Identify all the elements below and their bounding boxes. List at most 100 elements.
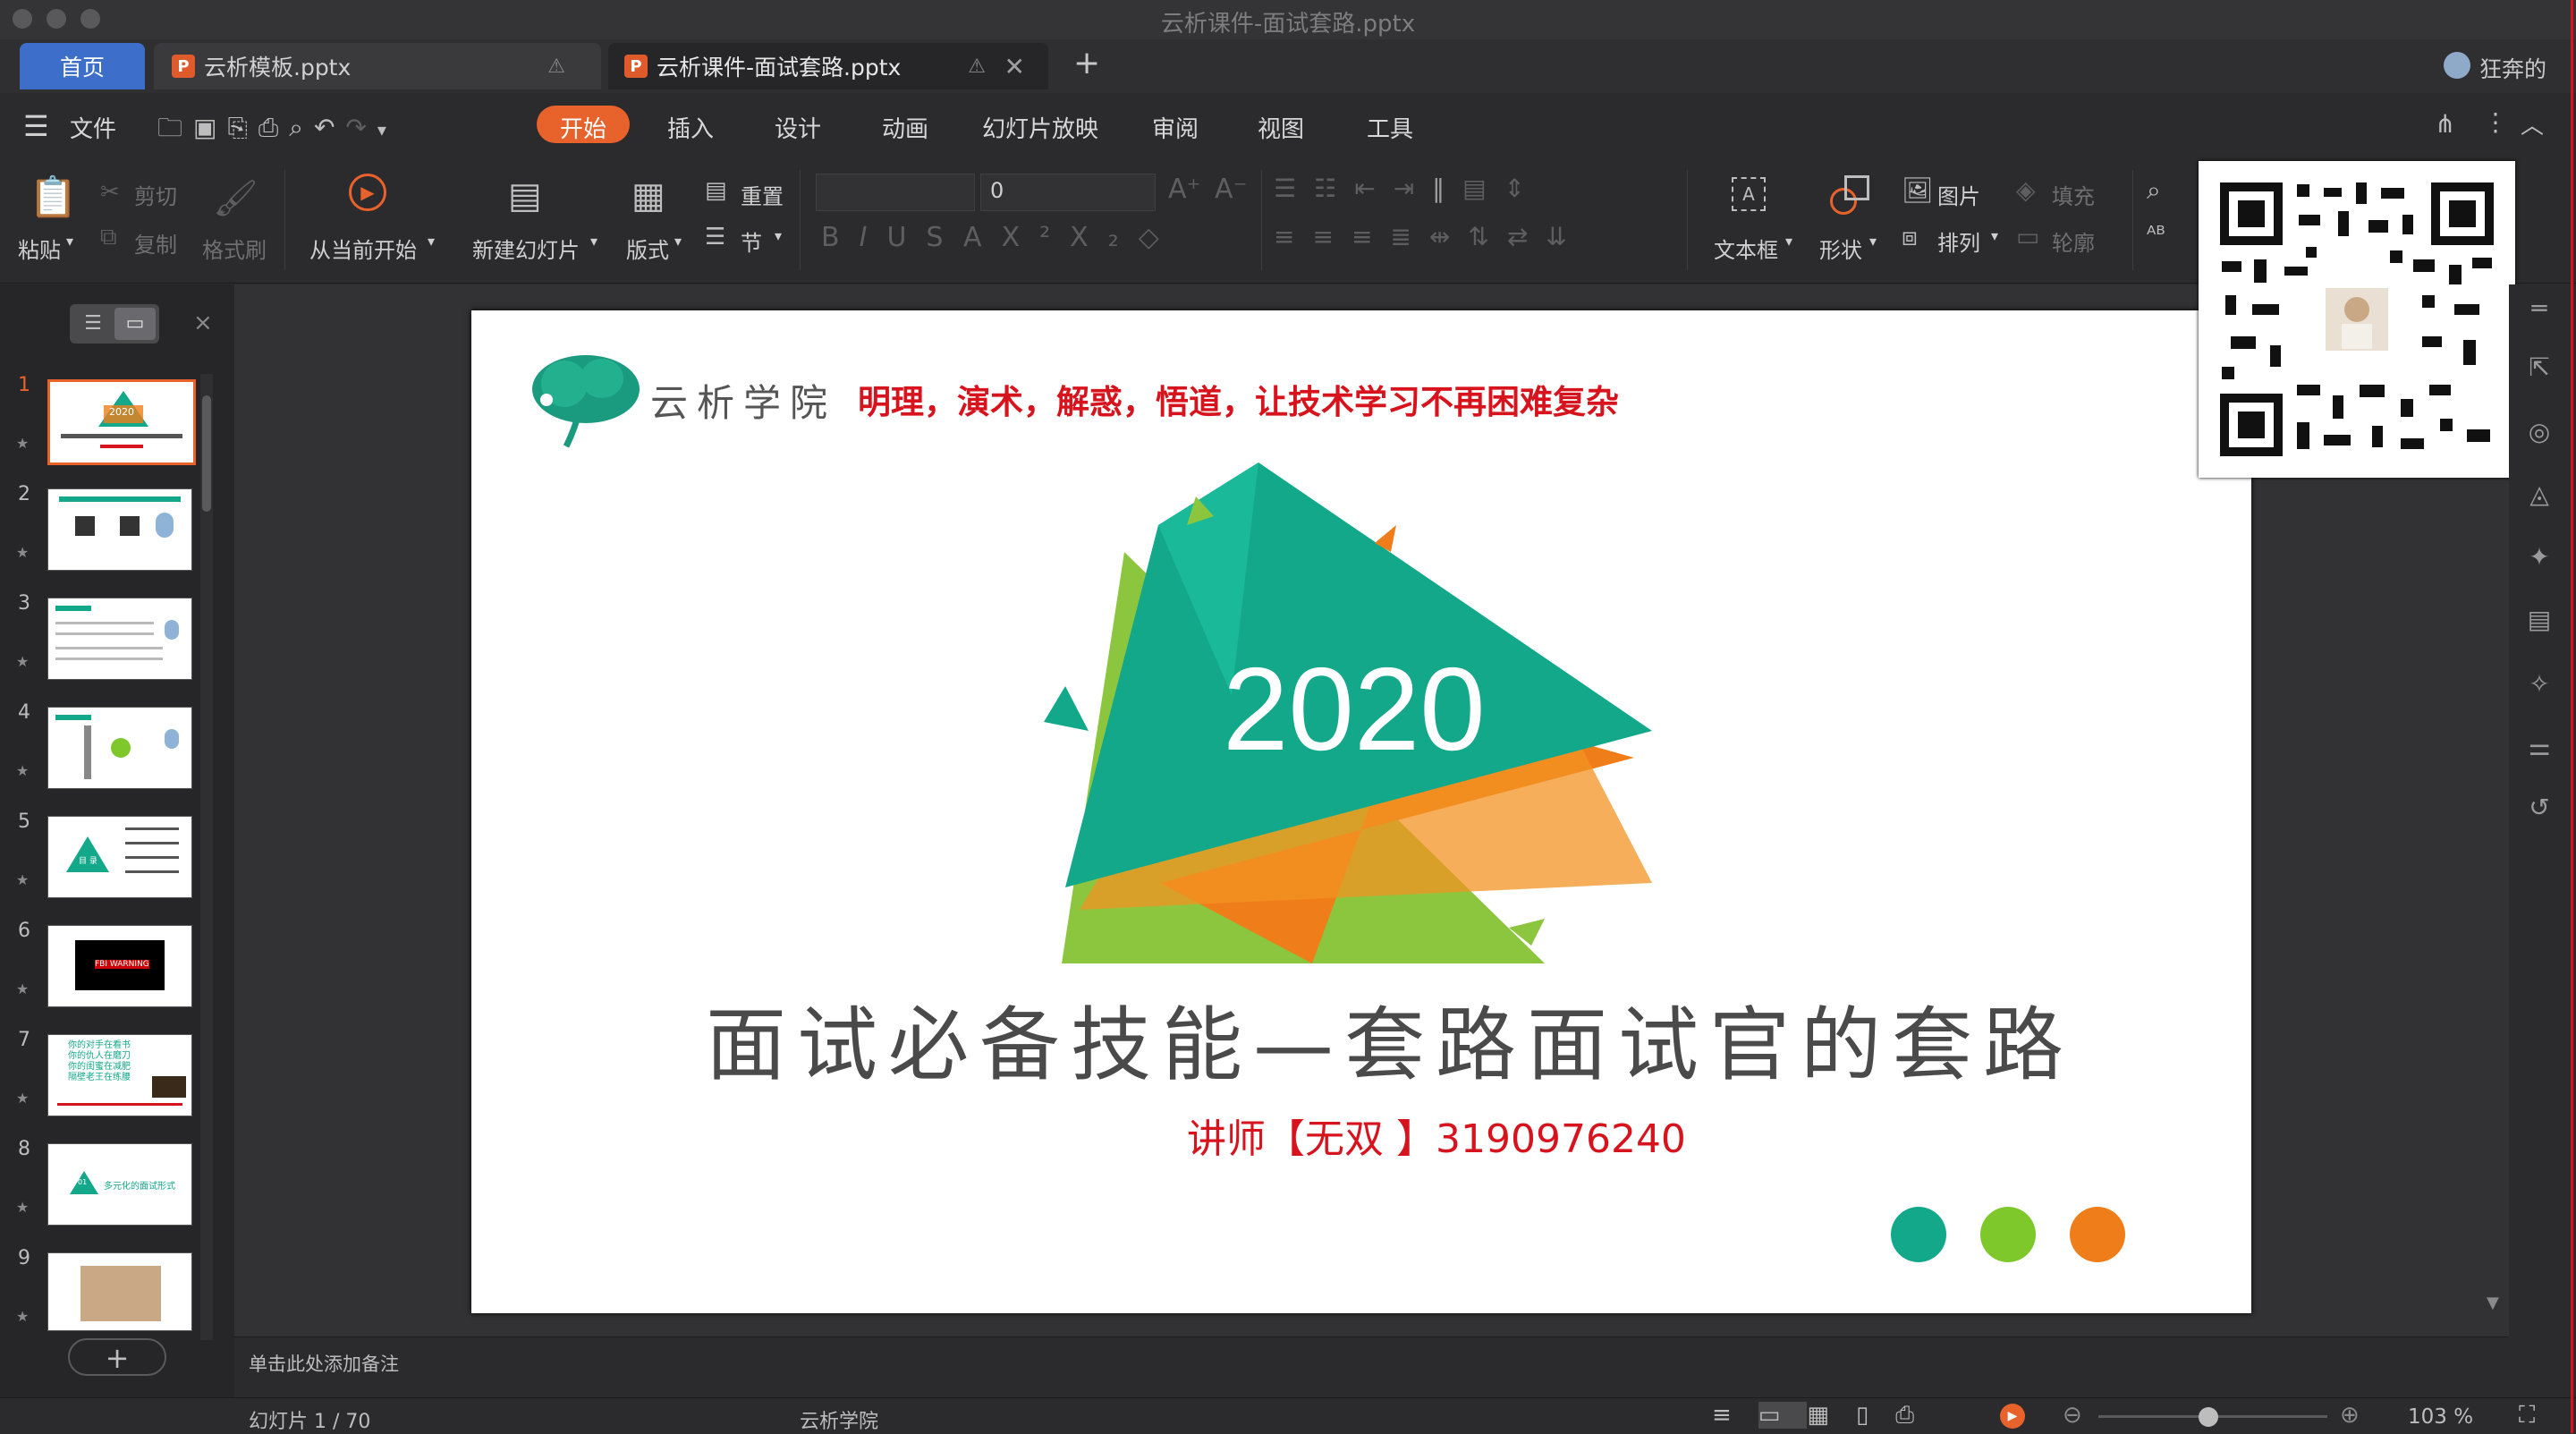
- zoom-out-icon[interactable]: ⊖: [2063, 1402, 2082, 1429]
- zoom-slider-knob[interactable]: [2198, 1407, 2218, 1427]
- user-name[interactable]: 狂奔的: [2479, 52, 2546, 84]
- close-tab-icon[interactable]: ✕: [1004, 52, 1025, 81]
- font-name-select[interactable]: [816, 174, 975, 211]
- distribute-icon[interactable]: ⇹: [1429, 222, 1468, 251]
- slide-sorter-icon[interactable]: ▦: [1807, 1402, 1856, 1429]
- thumbnail-slide-1[interactable]: 2020: [47, 379, 196, 465]
- layout-dropdown-icon[interactable]: ▾: [674, 233, 682, 250]
- thumbnail-slide-7[interactable]: 你的对手在看书 你的仇人在磨刀 你的闺蜜在减肥 隔壁老王在练腰: [47, 1034, 192, 1116]
- clear-format-icon[interactable]: ◇: [1139, 222, 1179, 253]
- text-direction-icon[interactable]: ▤: [1462, 174, 1504, 203]
- paste-icon[interactable]: 📋: [29, 174, 78, 220]
- textbox-dropdown-icon[interactable]: ▾: [1785, 233, 1792, 250]
- fill-button[interactable]: 填充: [2052, 179, 2095, 210]
- bold-icon[interactable]: B: [821, 222, 860, 253]
- justify-icon[interactable]: ≣: [1390, 222, 1428, 251]
- outline-icon[interactable]: ▭: [2016, 222, 2039, 251]
- copy-icon[interactable]: ⧉: [100, 224, 117, 251]
- format-painter-button[interactable]: 格式刷: [202, 233, 267, 264]
- add-slide-button[interactable]: +: [68, 1338, 166, 1376]
- indent-increase-icon[interactable]: ⇥: [1394, 174, 1432, 203]
- layout-icon[interactable]: ▦: [631, 175, 665, 216]
- find-icon[interactable]: ⌕: [2147, 175, 2161, 206]
- settings-sliders-icon[interactable]: ⚌: [2523, 732, 2555, 764]
- thumbnail-scrollbar[interactable]: [200, 374, 213, 1340]
- export-icon[interactable]: ⎘: [227, 113, 258, 142]
- properties-icon[interactable]: ◬: [2523, 479, 2555, 512]
- cut-icon[interactable]: ✂: [100, 179, 120, 206]
- shapes-pane-icon[interactable]: ◎: [2523, 417, 2555, 449]
- tab-current-file[interactable]: P 云析课件-面试套路.pptx ⚠ ✕: [608, 43, 1048, 89]
- normal-view-icon[interactable]: ▭: [1758, 1402, 1808, 1429]
- section-dropdown-icon[interactable]: ▾: [775, 227, 782, 244]
- customize-dropdown-icon[interactable]: ▾: [377, 119, 397, 140]
- arrange-button[interactable]: 排列: [1937, 225, 1980, 257]
- strikethrough-icon[interactable]: S: [926, 222, 963, 253]
- column-icon[interactable]: ⇅: [1468, 222, 1506, 251]
- new-slide-dropdown-icon[interactable]: ▾: [590, 233, 597, 250]
- magic-icon[interactable]: ✧: [2523, 669, 2555, 701]
- thumbnail-slide-5[interactable]: 目 录: [47, 816, 192, 898]
- menu-tab-animation[interactable]: 动画: [882, 111, 928, 144]
- shape-dropdown-icon[interactable]: ▾: [1869, 233, 1877, 250]
- paste-button[interactable]: 粘贴: [18, 233, 61, 264]
- shape-icon[interactable]: [1830, 175, 1871, 216]
- play-slideshow-button[interactable]: ▶: [2000, 1404, 2025, 1429]
- align-center-icon[interactable]: ≡: [1312, 222, 1351, 251]
- open-folder-icon[interactable]: 🗀: [157, 113, 193, 142]
- thumbnail-slide-6[interactable]: FBI WARNING: [47, 925, 192, 1007]
- thumbnail-slide-4[interactable]: [47, 707, 192, 789]
- textbox-icon[interactable]: A: [1732, 177, 1766, 211]
- superscript-icon[interactable]: X²: [1002, 222, 1071, 253]
- more-options-icon[interactable]: ⋮: [2483, 107, 2508, 137]
- layout-button[interactable]: 版式: [626, 233, 669, 264]
- thumbnail-slide-9[interactable]: [47, 1252, 192, 1331]
- close-panel-icon[interactable]: ×: [193, 310, 213, 336]
- menu-tab-view[interactable]: 视图: [1258, 111, 1304, 144]
- thumbnail-slide-3[interactable]: [47, 598, 192, 680]
- picture-icon[interactable]: 🖼: [1902, 175, 1934, 205]
- print-preview-icon[interactable]: ⌕: [289, 113, 314, 142]
- picture-button[interactable]: 图片: [1937, 179, 1980, 210]
- presenter-icon[interactable]: ⎙: [1895, 1402, 1941, 1429]
- redo-icon[interactable]: ↷: [345, 113, 377, 142]
- animation-pane-icon[interactable]: ✦: [2523, 542, 2555, 574]
- font-size-select[interactable]: 0: [980, 174, 1156, 211]
- section-button[interactable]: 节: [741, 225, 762, 257]
- underline-icon[interactable]: U: [886, 222, 926, 253]
- arrange-dropdown-icon[interactable]: ▾: [1991, 227, 1998, 244]
- replace-icon[interactable]: ᴬᴮ: [2147, 222, 2165, 247]
- menu-tab-review[interactable]: 审阅: [1152, 111, 1199, 144]
- thumbnail-slide-2[interactable]: [47, 488, 192, 571]
- transition-pane-icon[interactable]: ▤: [2523, 605, 2555, 637]
- notes-pane[interactable]: 单击此处添加备注: [234, 1336, 2509, 1398]
- fill-icon[interactable]: ◈: [2016, 175, 2036, 205]
- convert-icon[interactable]: ⇊: [1546, 222, 1584, 251]
- fit-to-window-icon[interactable]: ⛶: [2519, 1402, 2535, 1430]
- new-tab-icon[interactable]: +: [1073, 45, 1100, 81]
- subscript-icon[interactable]: X₂: [1070, 222, 1139, 253]
- shape-button[interactable]: 形状: [1819, 233, 1862, 264]
- scrollbar-thumb[interactable]: [202, 395, 211, 512]
- smart-art-icon[interactable]: ⇄: [1507, 222, 1546, 251]
- zoom-in-icon[interactable]: ⊕: [2340, 1402, 2360, 1429]
- new-slide-icon[interactable]: ▤: [508, 175, 542, 216]
- align-right-icon[interactable]: ≡: [1352, 222, 1390, 251]
- reading-view-icon[interactable]: ▯: [1856, 1402, 1895, 1429]
- history-icon[interactable]: ↺: [2523, 793, 2555, 825]
- collapse-ribbon-icon[interactable]: ︿: [2521, 107, 2544, 140]
- notes-toggle-icon[interactable]: ≡: [1712, 1402, 1758, 1429]
- copy-button[interactable]: 复制: [134, 227, 177, 259]
- share-icon[interactable]: ⋔: [2435, 109, 2455, 139]
- format-painter-icon[interactable]: 🖌: [213, 177, 258, 219]
- cut-button[interactable]: 剪切: [134, 179, 177, 210]
- thumbnail-slide-8[interactable]: 01 多元化的面试形式: [47, 1143, 192, 1226]
- menu-tab-design[interactable]: 设计: [775, 111, 821, 144]
- menu-tab-insert[interactable]: 插入: [667, 111, 714, 144]
- tab-home[interactable]: 首页: [20, 43, 145, 89]
- outline-button[interactable]: 轮廓: [2052, 225, 2095, 257]
- scroll-down-icon[interactable]: ▼: [2487, 1294, 2499, 1312]
- menu-tab-tools[interactable]: 工具: [1367, 111, 1413, 144]
- italic-icon[interactable]: I: [860, 222, 887, 253]
- decrease-font-icon[interactable]: A⁻: [1215, 174, 1247, 205]
